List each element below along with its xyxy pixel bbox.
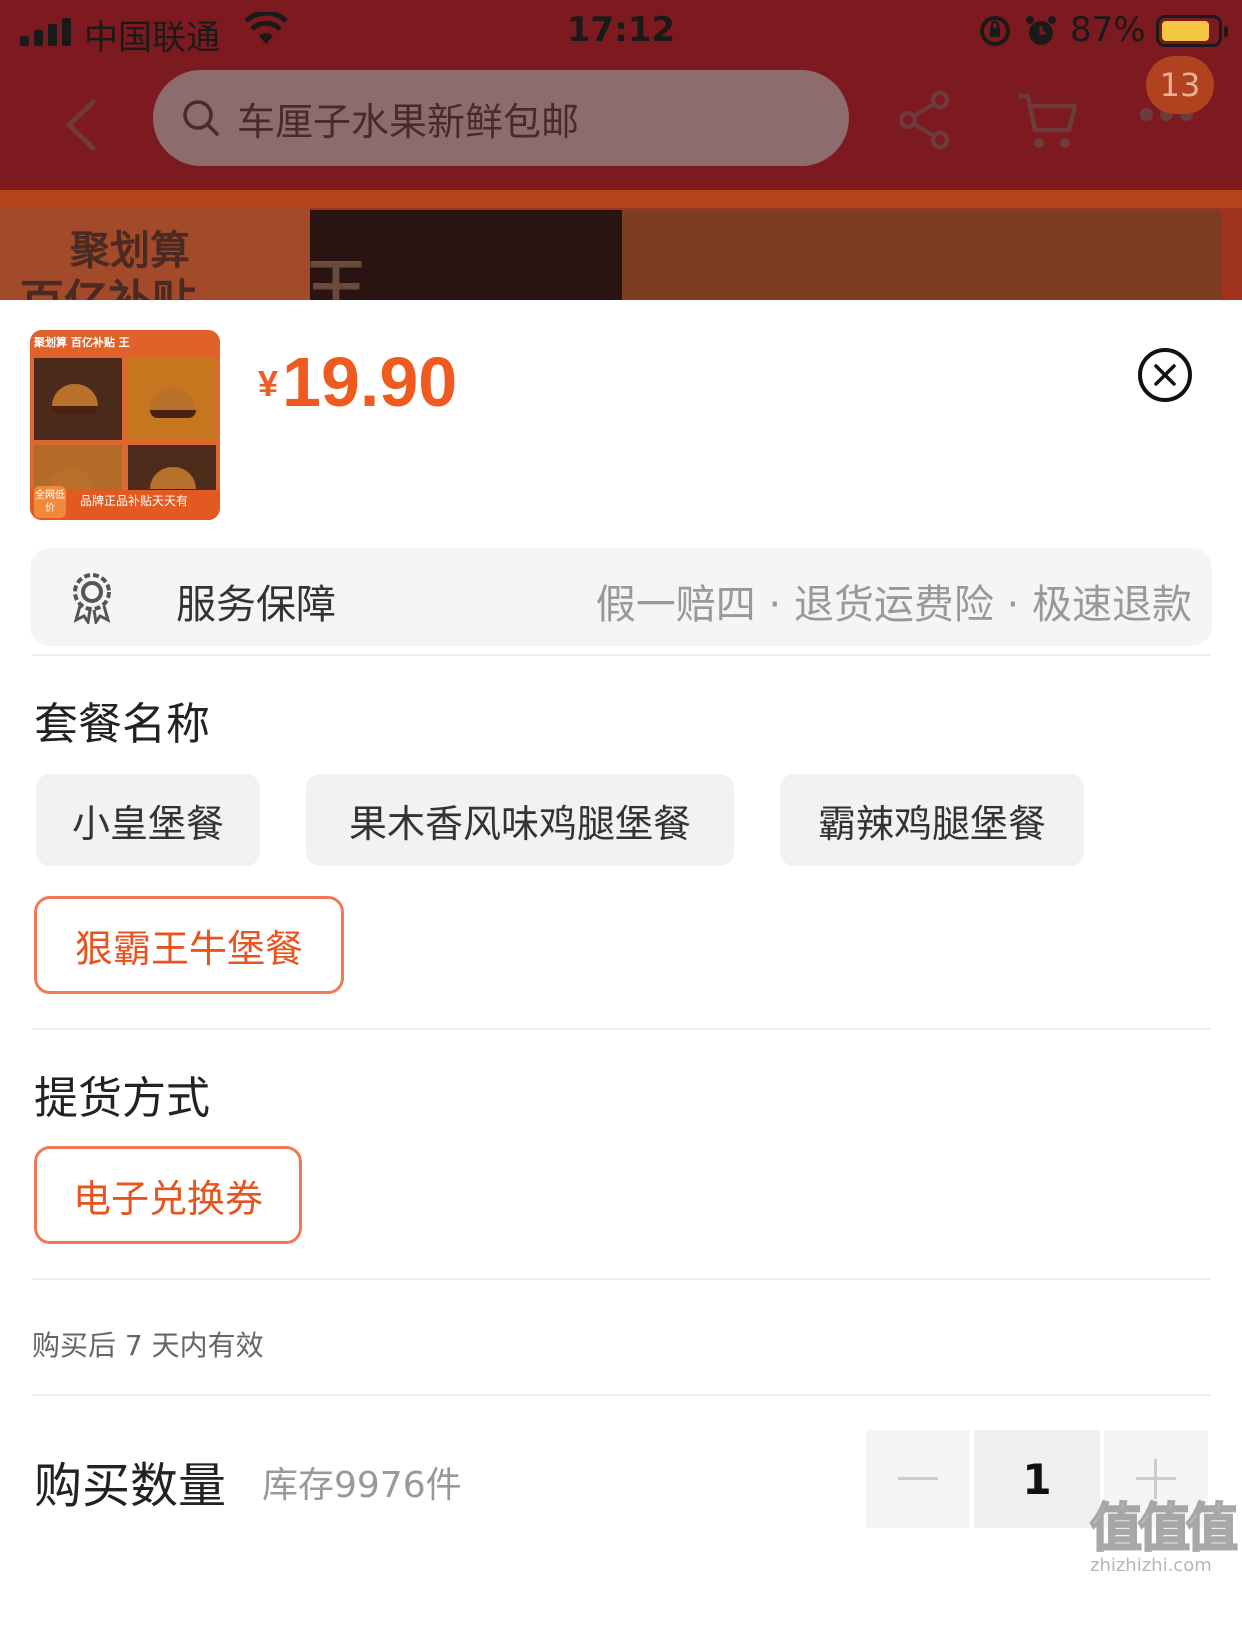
cart-badge: 13 (1146, 56, 1214, 114)
package-option-label: 霸辣鸡腿堡餐 (817, 801, 1046, 846)
service-label: 服务保障 (176, 582, 336, 628)
validity-note: 购买后 7 天内有效 (32, 1329, 264, 1362)
package-option-label: 狠霸王牛堡餐 (74, 926, 303, 971)
price: ¥19.90 (258, 342, 457, 422)
service-detail: 假一赔四 · 退货运费险 · 极速退款 (595, 582, 1192, 628)
status-bar: 中国联通 17:12 87% (0, 0, 1242, 62)
battery-percent: 87% (1070, 10, 1146, 50)
package-option-0[interactable]: 小皇堡餐 (36, 774, 260, 866)
close-icon (1154, 364, 1176, 386)
nav-bar: 车厘子水果新鲜包邮 13 (0, 56, 1242, 190)
decrease-button[interactable] (866, 1430, 970, 1528)
pickup-option-0[interactable]: 电子兑换券 (34, 1146, 302, 1244)
top-header-area: 中国联通 17:12 87% 车厘子水果新鲜包邮 13 聚划算 王 (0, 0, 1242, 300)
battery-icon (1156, 15, 1228, 47)
chevron-left-icon (66, 99, 96, 151)
quantity-value[interactable]: 1 (974, 1430, 1100, 1528)
divider (32, 654, 1210, 656)
price-value: 19.90 (282, 343, 458, 421)
search-icon (183, 100, 219, 136)
alarm-icon (1024, 13, 1058, 53)
package-section-title: 套餐名称 (34, 699, 210, 750)
share-button[interactable] (898, 90, 952, 154)
back-button[interactable] (50, 90, 110, 160)
thumbnail-badge: 全网低价 (34, 486, 66, 518)
product-thumbnail: 聚划算 百亿补贴 王 全网低价 品牌正品补贴天天有 (30, 330, 220, 520)
thumbnail-footer: 品牌正品补贴天天有 (80, 494, 189, 508)
watermark-mark: 值值值 (1089, 1498, 1239, 1560)
banner-brand-line2: 百亿补贴 (20, 265, 196, 300)
package-option-label: 果木香风味鸡腿堡餐 (348, 801, 691, 846)
minus-icon (898, 1477, 938, 1480)
cart-button[interactable] (1015, 90, 1079, 156)
pickup-option-label: 电子兑换券 (72, 1176, 263, 1221)
currency-symbol: ¥ (258, 363, 279, 404)
stock-count: 库存9976件 (262, 1465, 462, 1506)
package-option-label: 小皇堡餐 (71, 801, 224, 846)
rotation-lock-icon (978, 14, 1012, 52)
thumbnail-header: 聚划算 百亿补贴 王 (34, 336, 130, 349)
search-placeholder: 车厘子水果新鲜包邮 (237, 99, 580, 144)
share-icon (899, 91, 949, 149)
search-bar[interactable]: 车厘子水果新鲜包邮 (153, 70, 849, 166)
close-button[interactable] (1138, 348, 1192, 402)
divider (32, 1394, 1210, 1396)
banner-cropped-char: 王 (305, 252, 368, 300)
badge-icon (73, 573, 111, 624)
service-guarantee-bar[interactable]: 服务保障 假一赔四 · 退货运费险 · 极速退款 (30, 548, 1212, 646)
package-option-3[interactable]: 狠霸王牛堡餐 (34, 896, 344, 994)
quantity-title: 购买数量 (34, 1458, 227, 1514)
watermark: 值值值 zhizhizhi.com (1089, 1486, 1239, 1576)
promo-banner: 聚划算 百亿补贴 王 (0, 190, 1242, 300)
divider (32, 1028, 1210, 1030)
package-option-2[interactable]: 霸辣鸡腿堡餐 (780, 774, 1084, 866)
sku-selector-sheet: 聚划算 百亿补贴 王 全网低价 品牌正品补贴天天有 ¥19.90 服务保障 假一… (0, 300, 1242, 1652)
pickup-section-title: 提货方式 (34, 1073, 210, 1124)
package-option-1[interactable]: 果木香风味鸡腿堡餐 (306, 774, 734, 866)
divider (32, 1278, 1210, 1280)
cart-icon (1018, 93, 1078, 148)
